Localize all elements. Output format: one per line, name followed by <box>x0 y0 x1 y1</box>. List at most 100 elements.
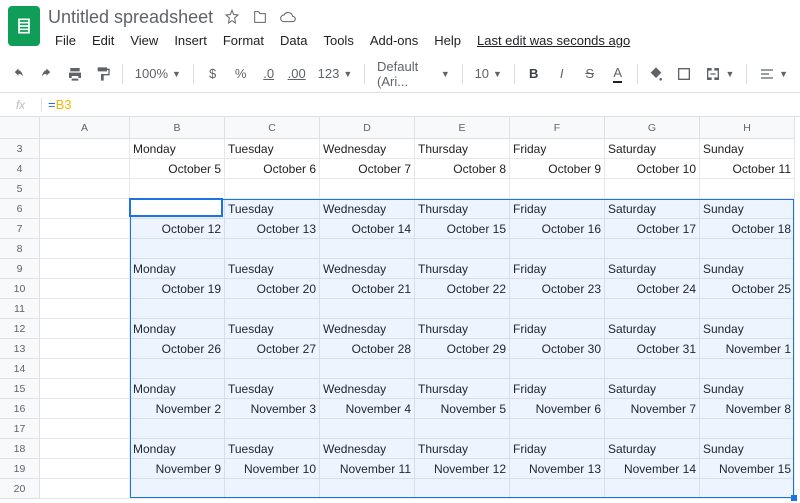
cell[interactable]: November 10 <box>225 459 320 479</box>
cell[interactable]: Monday <box>130 259 225 279</box>
column-header[interactable]: F <box>510 117 605 139</box>
italic-button[interactable]: I <box>549 61 575 87</box>
cell[interactable]: November 3 <box>225 399 320 419</box>
cell[interactable] <box>225 479 320 499</box>
cell[interactable] <box>320 179 415 199</box>
cell[interactable] <box>605 299 700 319</box>
redo-button[interactable] <box>34 61 60 87</box>
cell[interactable] <box>510 419 605 439</box>
strikethrough-button[interactable]: S <box>577 61 603 87</box>
cell[interactable]: Sunday <box>700 259 795 279</box>
font-size-select[interactable]: 10▼ <box>469 61 508 87</box>
cell[interactable]: Saturday <box>605 199 700 219</box>
cell[interactable]: Friday <box>510 439 605 459</box>
row-header[interactable]: 14 <box>0 359 40 379</box>
merge-cells-button[interactable]: ▼ <box>699 61 740 87</box>
row-header[interactable]: 4 <box>0 159 40 179</box>
column-header[interactable]: A <box>40 117 130 139</box>
cell[interactable]: Tuesday <box>225 259 320 279</box>
column-header[interactable]: C <box>225 117 320 139</box>
row-header[interactable]: 6 <box>0 199 40 219</box>
cell[interactable] <box>40 259 130 279</box>
cell[interactable]: October 9 <box>510 159 605 179</box>
cell[interactable]: October 8 <box>415 159 510 179</box>
select-all-corner[interactable] <box>0 117 40 139</box>
cell[interactable] <box>130 239 225 259</box>
cell[interactable]: November 9 <box>130 459 225 479</box>
cell[interactable] <box>130 479 225 499</box>
cell[interactable]: November 11 <box>320 459 415 479</box>
percent-button[interactable]: % <box>228 61 254 87</box>
cell[interactable] <box>510 359 605 379</box>
cell[interactable]: Sunday <box>700 139 795 159</box>
print-button[interactable] <box>62 61 88 87</box>
cell[interactable]: November 7 <box>605 399 700 419</box>
cell[interactable]: November 5 <box>415 399 510 419</box>
cell[interactable] <box>415 239 510 259</box>
cell[interactable]: Saturday <box>605 379 700 399</box>
cell[interactable] <box>40 159 130 179</box>
cell[interactable] <box>40 239 130 259</box>
cell[interactable]: Thursday <box>415 439 510 459</box>
cell[interactable]: October 27 <box>225 339 320 359</box>
column-header[interactable]: E <box>415 117 510 139</box>
cell[interactable]: October 7 <box>320 159 415 179</box>
cell[interactable]: Friday <box>510 319 605 339</box>
cell[interactable] <box>130 359 225 379</box>
cell[interactable]: November 13 <box>510 459 605 479</box>
cell[interactable]: October 16 <box>510 219 605 239</box>
cell[interactable] <box>40 439 130 459</box>
cell[interactable] <box>40 419 130 439</box>
cell[interactable]: October 17 <box>605 219 700 239</box>
cell[interactable]: Monday <box>130 439 225 459</box>
undo-button[interactable] <box>6 61 32 87</box>
cell[interactable]: November 2 <box>130 399 225 419</box>
menu-tools[interactable]: Tools <box>316 30 360 51</box>
cell[interactable]: October 18 <box>700 219 795 239</box>
cell[interactable]: November 4 <box>320 399 415 419</box>
cell[interactable] <box>415 179 510 199</box>
cell[interactable]: October 15 <box>415 219 510 239</box>
cell[interactable] <box>320 419 415 439</box>
bold-button[interactable]: B <box>521 61 547 87</box>
cell[interactable]: Friday <box>510 379 605 399</box>
cell[interactable]: Friday <box>510 199 605 219</box>
cell[interactable] <box>605 479 700 499</box>
cell[interactable] <box>225 239 320 259</box>
cell[interactable]: November 1 <box>700 339 795 359</box>
cell[interactable]: Saturday <box>605 439 700 459</box>
cell[interactable] <box>320 479 415 499</box>
increase-decimal-button[interactable]: .00 <box>284 61 310 87</box>
spreadsheet-grid[interactable]: A B C D E F G H 3MondayTuesdayWednesdayT… <box>0 117 800 499</box>
row-header[interactable]: 19 <box>0 459 40 479</box>
cell[interactable]: October 23 <box>510 279 605 299</box>
cell[interactable]: Monday <box>130 319 225 339</box>
cell[interactable]: Friday <box>510 139 605 159</box>
star-icon[interactable] <box>223 8 241 26</box>
cell[interactable] <box>320 239 415 259</box>
cell[interactable] <box>510 299 605 319</box>
cell[interactable] <box>40 319 130 339</box>
cell[interactable] <box>415 419 510 439</box>
row-header[interactable]: 3 <box>0 139 40 159</box>
row-header[interactable]: 18 <box>0 439 40 459</box>
cell[interactable] <box>415 359 510 379</box>
cell[interactable] <box>40 199 130 219</box>
decrease-decimal-button[interactable]: .0 <box>256 61 282 87</box>
text-color-button[interactable]: A <box>605 61 631 87</box>
cell[interactable]: November 12 <box>415 459 510 479</box>
cell[interactable]: October 28 <box>320 339 415 359</box>
cell[interactable]: October 12 <box>130 219 225 239</box>
menu-view[interactable]: View <box>123 30 165 51</box>
cell[interactable]: Thursday <box>415 319 510 339</box>
cell[interactable]: Thursday <box>415 199 510 219</box>
cell[interactable] <box>605 419 700 439</box>
cell[interactable]: Saturday <box>605 259 700 279</box>
cell[interactable] <box>700 179 795 199</box>
currency-button[interactable]: $ <box>200 61 226 87</box>
cell[interactable] <box>225 419 320 439</box>
menu-edit[interactable]: Edit <box>85 30 121 51</box>
cell[interactable]: November 6 <box>510 399 605 419</box>
sheets-app-icon[interactable] <box>8 6 40 46</box>
cell[interactable] <box>320 299 415 319</box>
